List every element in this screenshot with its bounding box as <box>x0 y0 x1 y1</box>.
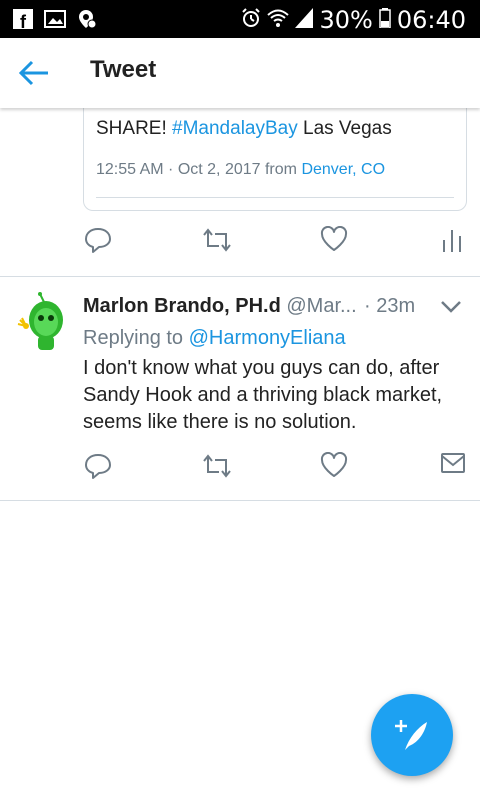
retweet-icon[interactable] <box>202 452 232 485</box>
reply-icon[interactable] <box>84 452 112 485</box>
battery-icon <box>379 6 391 34</box>
quoted-tweet-text: SHARE! #MandalayBay Las Vegas <box>96 118 392 140</box>
retweet-icon[interactable] <box>202 226 232 259</box>
clock-time: 06:40 <box>396 6 466 34</box>
time-separator: · <box>364 295 371 317</box>
replying-to-label: Replying to <box>83 327 184 349</box>
quoted-tweet-timestamp: 12:55 AM · Oct 2, 2017 from <box>96 161 297 178</box>
compose-tweet-button[interactable] <box>371 694 453 776</box>
author-name[interactable]: Marlon Brando, PH.d <box>83 295 281 317</box>
reply-body: I don't know what you guys can do, after… <box>83 357 443 433</box>
back-arrow-icon[interactable] <box>18 58 52 88</box>
wifi-icon <box>267 6 290 34</box>
quoted-text-prefix: SHARE! <box>96 118 167 139</box>
replying-to-mention[interactable]: @HarmonyEliana <box>189 327 346 349</box>
like-heart-icon[interactable] <box>320 225 348 257</box>
location-icon <box>76 8 98 35</box>
svg-text:f: f <box>20 12 27 30</box>
reply-divider <box>0 500 480 501</box>
chevron-down-icon[interactable] <box>440 300 462 319</box>
avatar[interactable] <box>16 292 68 354</box>
reply-timestamp: 23m <box>376 295 416 317</box>
reply-time: · 23m <box>364 295 415 318</box>
quoted-tweet-meta: 12:55 AM · Oct 2, 2017 from Denver, CO <box>96 161 385 179</box>
hashtag-link[interactable]: #MandalayBay <box>172 118 298 139</box>
reply-header: Marlon Brando, PH.d @Mar... <box>83 295 357 318</box>
analytics-icon[interactable] <box>440 226 464 259</box>
compose-feather-icon <box>393 716 431 759</box>
quoted-card-divider <box>96 197 454 198</box>
quoted-text-suffix: Las Vegas <box>303 118 392 139</box>
app-bar: Tweet <box>0 38 480 108</box>
status-bar: f 30% 06:40 <box>0 0 480 38</box>
image-icon <box>44 9 66 34</box>
tweet-action-bar <box>84 225 464 259</box>
page-title: Tweet <box>90 56 157 83</box>
author-handle[interactable]: @Mar... <box>286 295 356 317</box>
battery-percent: 30% <box>319 6 373 34</box>
signal-icon <box>295 6 314 34</box>
alarm-icon <box>241 6 261 34</box>
direct-message-icon[interactable] <box>440 452 466 479</box>
reply-icon[interactable] <box>84 226 112 259</box>
tweet-divider <box>0 276 480 277</box>
replying-to: Replying to @HarmonyEliana <box>83 327 346 350</box>
like-heart-icon[interactable] <box>320 451 348 483</box>
facebook-icon: f <box>12 8 34 35</box>
quoted-tweet-location[interactable]: Denver, CO <box>301 161 385 178</box>
reply-action-bar <box>84 451 466 485</box>
